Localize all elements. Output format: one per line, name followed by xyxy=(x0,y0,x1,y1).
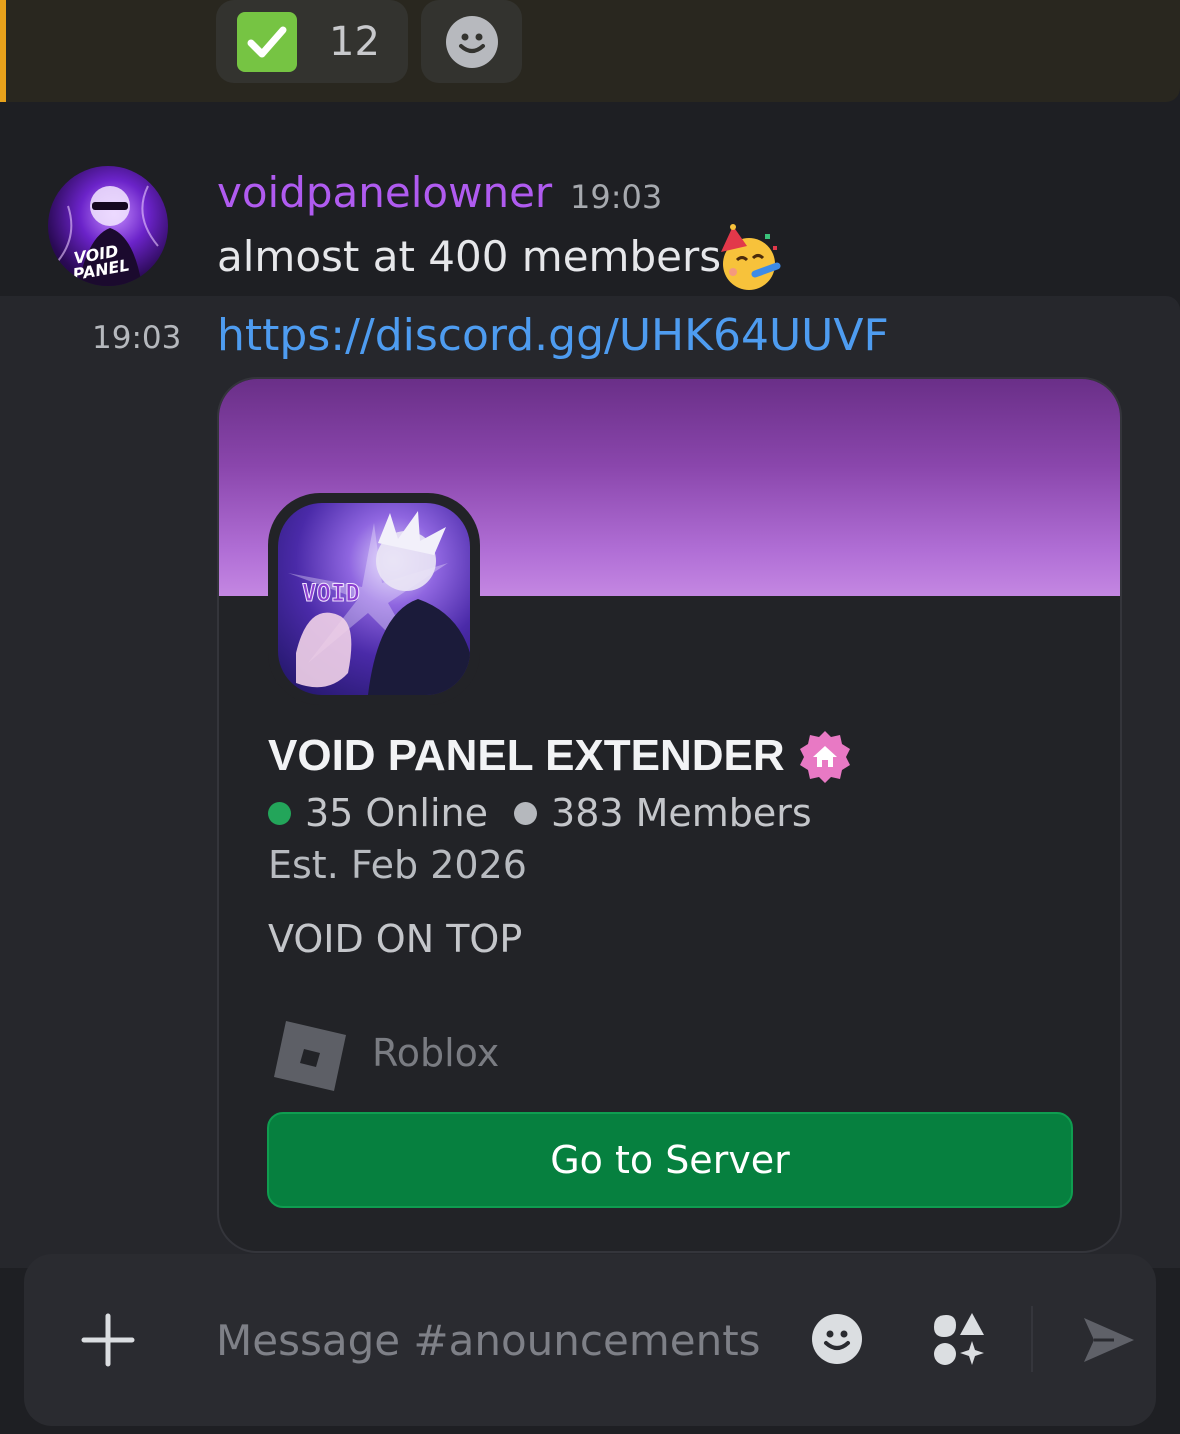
message-timestamp: 19:03 xyxy=(570,178,663,216)
invite-card: VOID VOID PANEL EXTENDER 35 Online 383 M… xyxy=(217,377,1122,1253)
send-icon[interactable] xyxy=(1080,1312,1136,1368)
followup-timestamp: 19:03 xyxy=(92,320,182,356)
composer-divider xyxy=(1031,1306,1033,1372)
username[interactable]: voidpanelowner xyxy=(217,168,552,217)
server-stats: 35 Online 383 Members xyxy=(268,791,812,835)
plus-icon[interactable] xyxy=(80,1312,136,1368)
emoji-icon[interactable] xyxy=(811,1313,863,1365)
reaction-count: 12 xyxy=(329,18,380,65)
members-dot-icon xyxy=(514,801,538,825)
online-dot-icon xyxy=(268,801,291,825)
reaction-check[interactable]: 12 xyxy=(216,0,408,83)
home-badge-icon xyxy=(797,729,853,785)
previous-message xyxy=(0,0,1180,102)
server-description: VOID ON TOP xyxy=(268,917,523,961)
white-check-mark-icon xyxy=(237,11,297,72)
smile-add-icon xyxy=(445,15,498,68)
server-name: VOID PANEL EXTENDER xyxy=(268,731,785,780)
svg-text:VOID: VOID xyxy=(302,579,360,607)
game-tag: Roblox xyxy=(268,1011,499,1095)
online-count: 35 Online xyxy=(305,791,489,835)
member-count: 383 Members xyxy=(551,791,812,835)
established-date: Est. Feb 2026 xyxy=(268,843,527,887)
go-to-server-button[interactable]: Go to Server xyxy=(267,1112,1073,1208)
avatar[interactable]: VOID PANEL xyxy=(48,166,168,286)
server-icon[interactable]: VOID xyxy=(278,503,470,695)
partying-face-icon xyxy=(713,224,783,294)
roblox-icon xyxy=(268,1011,352,1095)
apps-icon[interactable] xyxy=(930,1311,986,1367)
server-icon-frame: VOID xyxy=(268,493,480,705)
game-name: Roblox xyxy=(372,1031,500,1075)
message-text: almost at 400 members xyxy=(217,232,722,281)
add-reaction-button[interactable] xyxy=(421,0,522,83)
chat-view: 12 VOID PANEL voidpanelowner 19:03 almos… xyxy=(0,0,1180,1434)
message-input[interactable] xyxy=(216,1305,776,1375)
invite-link[interactable]: https://discord.gg/UHK64UUVF xyxy=(217,310,889,361)
